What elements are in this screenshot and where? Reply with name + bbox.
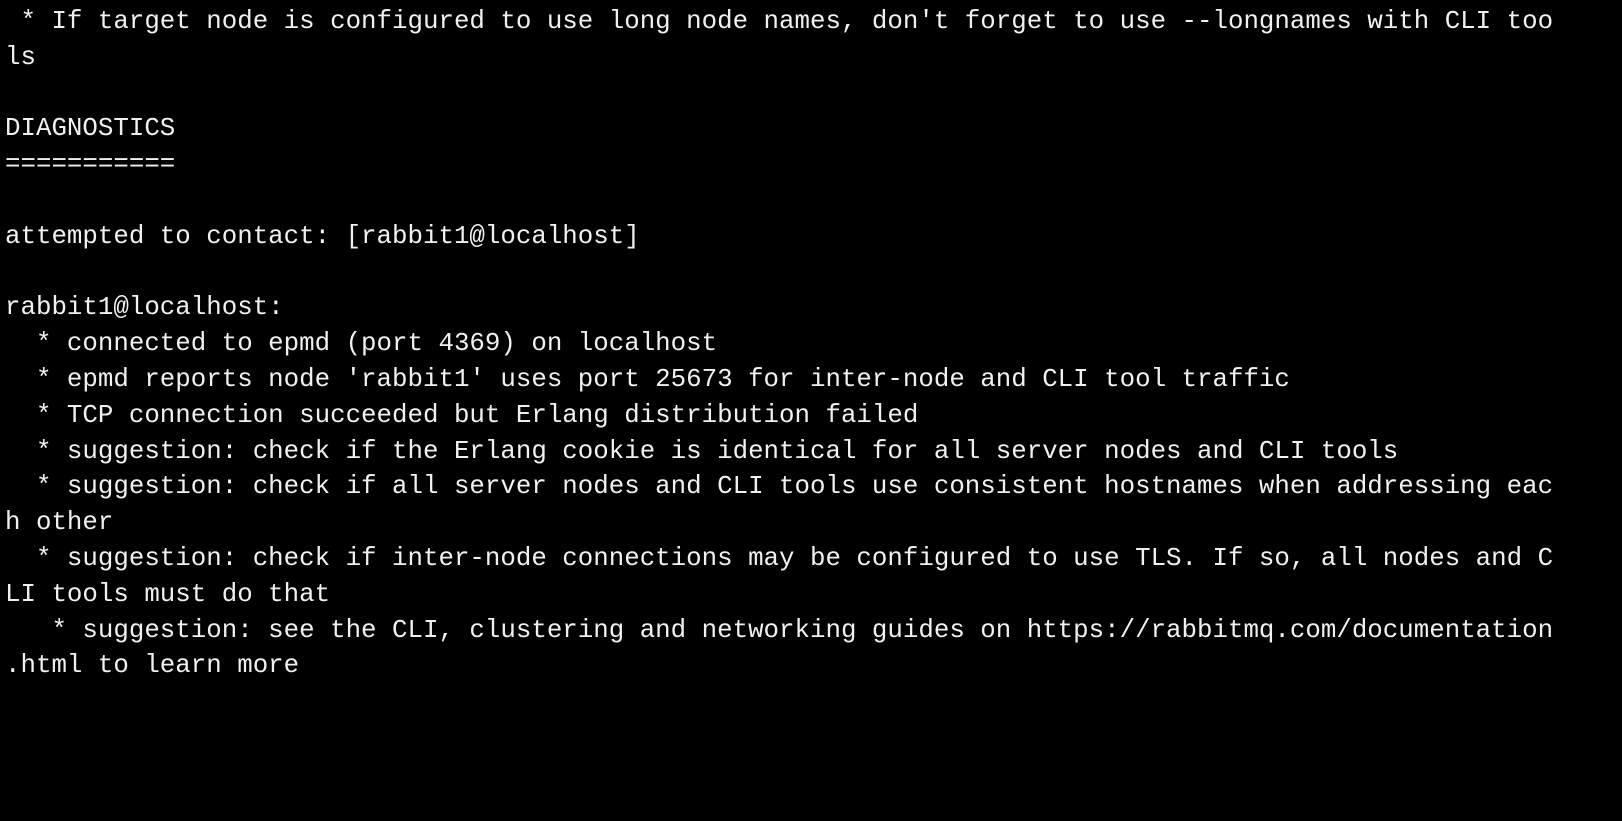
terminal-line: rabbit1@localhost: (5, 293, 284, 323)
terminal-line: * epmd reports node 'rabbit1' uses port … (5, 364, 1290, 394)
terminal-line: * suggestion: check if inter-node connec… (5, 543, 1554, 573)
terminal-line: * suggestion: check if the Erlang cookie… (5, 436, 1399, 466)
terminal-line: LI tools must do that (5, 579, 331, 609)
diagnostics-heading: DIAGNOSTICS (5, 114, 176, 144)
terminal-line: attempted to contact: [rabbit1@localhost… (5, 221, 640, 251)
terminal-line: * TCP connection succeeded but Erlang di… (5, 400, 919, 430)
terminal-line: * If target node is configured to use lo… (5, 7, 1554, 36)
terminal-line: .html to learn more (5, 651, 300, 681)
terminal-line: ls (5, 42, 36, 72)
terminal-line: h other (5, 508, 114, 538)
heading-underline: =========== (5, 150, 176, 180)
terminal-line: * suggestion: check if all server nodes … (5, 472, 1554, 502)
terminal-output[interactable]: * If target node is configured to use lo… (5, 4, 1553, 684)
terminal-line: * suggestion: see the CLI, clustering an… (5, 615, 1554, 645)
terminal-line: * connected to epmd (port 4369) on local… (5, 329, 718, 359)
